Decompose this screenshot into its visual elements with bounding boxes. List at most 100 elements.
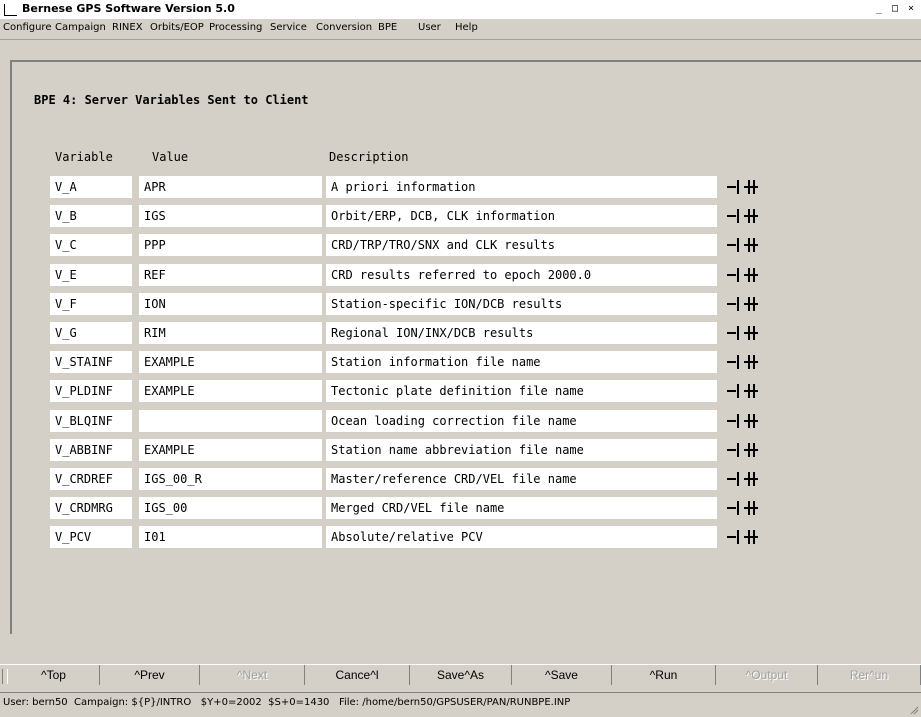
minimize-button[interactable]: _ <box>871 1 887 16</box>
remove-row-icon[interactable] <box>727 530 741 544</box>
variable-field[interactable]: V_A <box>50 176 132 198</box>
variable-field[interactable]: V_PLDINF <box>50 380 132 402</box>
value-field[interactable]: PPP <box>139 234 322 256</box>
description-field[interactable]: Absolute/relative PCV <box>326 526 717 548</box>
save-button[interactable]: ^Save <box>512 665 612 685</box>
add-row-icon[interactable] <box>744 443 758 457</box>
add-row-icon[interactable] <box>744 530 758 544</box>
value-field[interactable] <box>139 410 322 432</box>
description-field[interactable]: Master/reference CRD/VEL file name <box>326 468 717 490</box>
run-button[interactable]: ^Run <box>612 665 716 685</box>
variable-field[interactable]: V_C <box>50 234 132 256</box>
menu-help[interactable]: Help <box>455 22 478 33</box>
add-row-icon[interactable] <box>744 472 758 486</box>
variable-field[interactable]: V_E <box>50 264 132 286</box>
column-header-description: Description <box>329 150 409 164</box>
row-controls <box>727 209 758 223</box>
value-field[interactable]: I01 <box>139 526 322 548</box>
value-field[interactable]: RIM <box>139 322 322 344</box>
remove-row-icon[interactable] <box>727 443 741 457</box>
description-field[interactable]: Station-specific ION/DCB results <box>326 293 717 315</box>
add-row-icon[interactable] <box>744 238 758 252</box>
remove-row-icon[interactable] <box>727 209 741 223</box>
add-row-icon[interactable] <box>744 384 758 398</box>
menu-conversion[interactable]: Conversion <box>316 22 372 33</box>
add-row-icon[interactable] <box>744 209 758 223</box>
title-bar: Bernese GPS Software Version 5.0 _ □ × <box>0 0 921 20</box>
top-button[interactable]: ^Top <box>8 665 100 685</box>
value-field[interactable]: EXAMPLE <box>139 380 322 402</box>
description-field[interactable]: Station information file name <box>326 351 717 373</box>
variable-field[interactable]: V_CRDMRG <box>50 497 132 519</box>
remove-row-icon[interactable] <box>727 238 741 252</box>
variable-field[interactable]: V_B <box>50 205 132 227</box>
add-row-icon[interactable] <box>744 297 758 311</box>
remove-row-icon[interactable] <box>727 384 741 398</box>
maximize-button[interactable]: □ <box>887 1 903 16</box>
menu-processing[interactable]: Processing <box>209 22 262 33</box>
value-field[interactable]: ION <box>139 293 322 315</box>
description-field[interactable]: Tectonic plate definition file name <box>326 380 717 402</box>
value-field[interactable]: IGS_00 <box>139 497 322 519</box>
row-controls <box>727 355 758 369</box>
value-field[interactable]: REF <box>139 264 322 286</box>
description-field[interactable]: Regional ION/INX/DCB results <box>326 322 717 344</box>
menu-campaign[interactable]: Campaign <box>55 22 106 33</box>
value-field[interactable]: EXAMPLE <box>139 351 322 373</box>
description-field[interactable]: A priori information <box>326 176 717 198</box>
value-field[interactable]: EXAMPLE <box>139 439 322 461</box>
remove-row-icon[interactable] <box>727 501 741 515</box>
variable-field[interactable]: V_BLQINF <box>50 410 132 432</box>
remove-row-icon[interactable] <box>727 414 741 428</box>
add-row-icon[interactable] <box>744 180 758 194</box>
menu-user[interactable]: User <box>418 22 441 33</box>
description-field[interactable]: Orbit/ERP, DCB, CLK information <box>326 205 717 227</box>
remove-row-icon[interactable] <box>727 297 741 311</box>
app-icon <box>4 4 17 16</box>
remove-row-icon[interactable] <box>727 268 741 282</box>
add-row-icon[interactable] <box>744 414 758 428</box>
description-field[interactable]: Station name abbreviation file name <box>326 439 717 461</box>
table-row: V_B IGS Orbit/ERP, DCB, CLK information <box>0 205 921 227</box>
row-controls <box>727 326 758 340</box>
menu-service[interactable]: Service <box>270 22 307 33</box>
row-controls <box>727 384 758 398</box>
description-field[interactable]: Merged CRD/VEL file name <box>326 497 717 519</box>
cancel-button[interactable]: Cance^l <box>305 665 410 685</box>
table-row: V_PLDINF EXAMPLE Tectonic plate definition… <box>0 380 921 402</box>
variable-field[interactable]: V_G <box>50 322 132 344</box>
value-field[interactable]: IGS <box>139 205 322 227</box>
page-title: BPE 4: Server Variables Sent to Client <box>34 93 309 107</box>
variable-field[interactable]: V_F <box>50 293 132 315</box>
remove-row-icon[interactable] <box>727 472 741 486</box>
add-row-icon[interactable] <box>744 501 758 515</box>
variable-field[interactable]: V_CRDREF <box>50 468 132 490</box>
add-row-icon[interactable] <box>744 355 758 369</box>
resize-grip-icon[interactable] <box>909 705 919 715</box>
add-row-icon[interactable] <box>744 326 758 340</box>
remove-row-icon[interactable] <box>727 326 741 340</box>
variable-field[interactable]: V_STAINF <box>50 351 132 373</box>
value-field[interactable]: IGS_00_R <box>139 468 322 490</box>
remove-row-icon[interactable] <box>727 180 741 194</box>
table-row: V_G RIM Regional ION/INX/DCB results <box>0 322 921 344</box>
menu-rinex[interactable]: RINEX <box>112 22 143 33</box>
description-field[interactable]: Ocean loading correction file name <box>326 410 717 432</box>
menu-configure[interactable]: Configure <box>3 22 51 33</box>
value-field[interactable]: APR <box>139 176 322 198</box>
button-bar: ^Top ^Prev ^Next Cance^l Save^As ^Save ^Run ^Ou… <box>0 664 921 687</box>
save-as-button[interactable]: Save^As <box>410 665 512 685</box>
column-header-variable: Variable <box>55 150 113 164</box>
variable-field[interactable]: V_PCV <box>50 526 132 548</box>
menu-orbits-eop[interactable]: Orbits/EOP <box>150 22 204 33</box>
remove-row-icon[interactable] <box>727 355 741 369</box>
row-controls <box>727 501 758 515</box>
prev-button[interactable]: ^Prev <box>100 665 200 685</box>
close-button[interactable]: × <box>903 1 919 16</box>
add-row-icon[interactable] <box>744 268 758 282</box>
description-field[interactable]: CRD/TRP/TRO/SNX and CLK results <box>326 234 717 256</box>
description-field[interactable]: CRD results referred to epoch 2000.0 <box>326 264 717 286</box>
menu-bpe[interactable]: BPE <box>378 22 397 33</box>
row-controls <box>727 443 758 457</box>
variable-field[interactable]: V_ABBINF <box>50 439 132 461</box>
